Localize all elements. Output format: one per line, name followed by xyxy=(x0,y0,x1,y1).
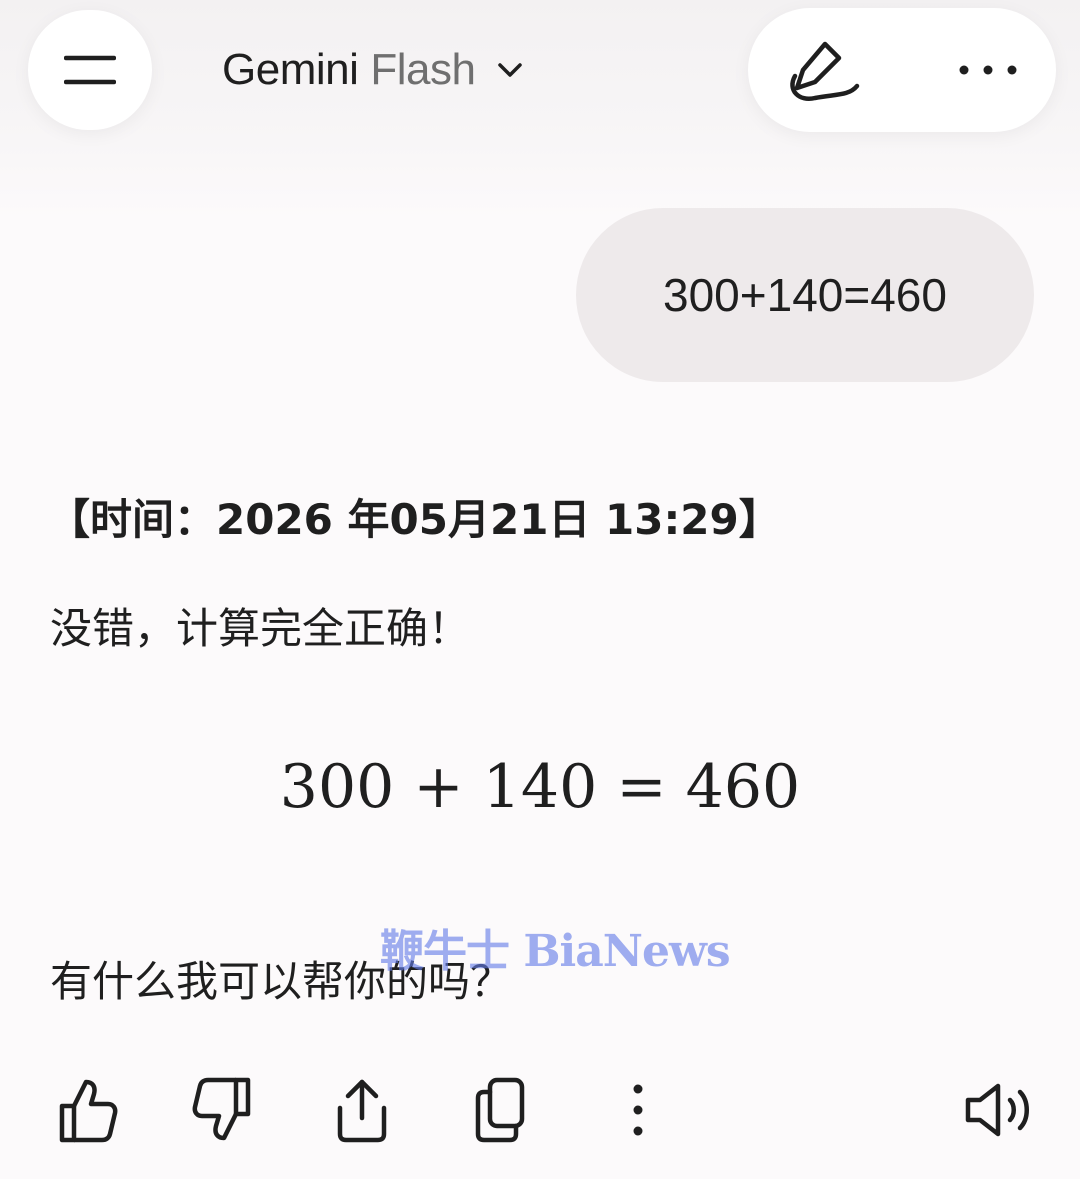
read-aloud-button[interactable] xyxy=(958,1070,1040,1150)
copy-icon xyxy=(472,1076,528,1144)
user-message-text: 300+140=460 xyxy=(663,269,947,321)
copy-button[interactable] xyxy=(462,1070,538,1150)
menu-button[interactable] xyxy=(28,10,152,130)
more-horizontal-icon xyxy=(958,64,1018,76)
thumbs-up-icon xyxy=(54,1076,118,1144)
reply-confirmation: 没错，计算完全正确！ xyxy=(50,604,471,653)
watermark: 鞭牛士 BiaNews xyxy=(380,926,731,977)
header-actions xyxy=(748,8,1056,132)
thumbs-down-button[interactable] xyxy=(186,1070,262,1150)
thumbs-down-icon xyxy=(192,1076,256,1144)
model-selector[interactable]: Gemini Flash xyxy=(222,40,523,100)
chevron-down-icon xyxy=(497,61,523,79)
more-options-button[interactable] xyxy=(948,30,1028,110)
new-chat-pencil-icon xyxy=(785,36,861,104)
reply-timestamp: 【时间：2026 年05月21日 13:29】 xyxy=(48,495,781,544)
model-name: Gemini xyxy=(222,45,359,94)
model-variant: Flash xyxy=(370,45,476,94)
new-chat-button[interactable] xyxy=(778,30,868,110)
share-button[interactable] xyxy=(324,1070,400,1150)
more-actions-button[interactable] xyxy=(600,1070,676,1150)
share-icon xyxy=(334,1076,390,1144)
user-message-bubble: 300+140=460 xyxy=(576,208,1034,382)
speaker-icon xyxy=(962,1080,1036,1140)
reply-equation: 300 + 140 = 460 xyxy=(279,752,801,822)
more-vertical-icon xyxy=(631,1083,645,1137)
thumbs-up-button[interactable] xyxy=(48,1070,124,1150)
menu-icon xyxy=(64,54,116,86)
